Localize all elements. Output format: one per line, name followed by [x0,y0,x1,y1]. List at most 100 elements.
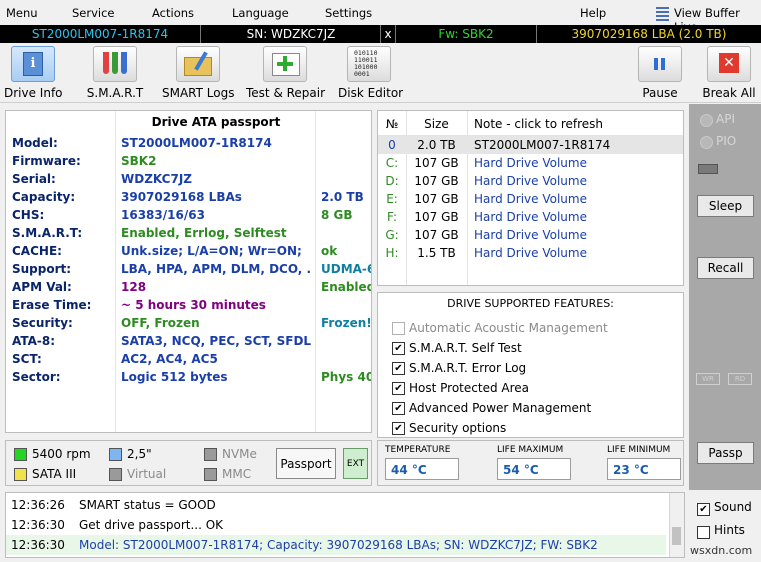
info-serial: SN: WDZKC7JZ [246,27,336,41]
close-drive-button[interactable]: x [381,25,395,43]
api-radio[interactable] [700,114,713,127]
passport-title: Drive ATA passport [151,115,281,129]
checkbox-checked[interactable]: ✔ [392,402,405,415]
activity-led [698,164,718,174]
sound-label: Sound [714,500,752,514]
checkbox-checked[interactable]: ✔ [392,422,405,435]
row-number: H: [385,246,399,260]
passport-row-security: Security: OFF, Frozen Frozen! [6,316,371,334]
rd-indicator: RD [728,373,752,385]
header-size[interactable]: Size [406,115,467,133]
hints-checkbox[interactable] [697,526,710,539]
volume-table: № Size Note - click to refresh 0 2.0 TB … [377,110,684,286]
toolbar: i Drive Info S.M.A.R.T SMART Logs Test &… [0,44,761,103]
row-extra: 8 GB [321,208,353,222]
disk-editor-button[interactable]: 010110 110011 101000 0001 Disk Editor [338,46,403,100]
feature-label: Security options [409,421,507,435]
table-row[interactable]: H: 1.5 TB Hard Drive Volume [378,244,683,262]
nvme-label: NVMe [222,447,257,461]
test-repair-button[interactable]: Test & Repair [246,46,325,100]
break-all-button[interactable]: ✕ Break All [702,46,756,100]
checkbox-checked[interactable]: ✔ [392,342,405,355]
menu-language[interactable]: Language [232,6,289,20]
table-row[interactable]: 0 2.0 TB ST2000LM007-1R8174 [378,136,683,154]
row-key: Security: [12,316,73,330]
table-row[interactable]: G: 107 GB Hard Drive Volume [378,226,683,244]
sleep-button[interactable]: Sleep [697,195,754,217]
stop-x-icon: ✕ [707,46,751,82]
row-key: Sector: [12,370,61,384]
menu-actions[interactable]: Actions [152,6,194,20]
log-panel[interactable]: 12:36:26 SMART status = GOOD 12:36:30 Ge… [5,492,685,558]
row-number: F: [386,210,397,224]
menu-settings[interactable]: Settings [325,6,372,20]
pause-button[interactable]: Pause [638,46,682,100]
ext-button[interactable]: EXT [343,448,368,479]
drive-features-panel: DRIVE SUPPORTED FEATURES: Automatic Acou… [377,292,684,438]
checkbox-unchecked[interactable] [392,322,405,335]
life-min-label: LIFE MINIMUM [607,445,671,455]
sata-indicator [14,468,27,481]
row-extra: ok [321,244,338,258]
row-note: ST2000LM007-1R8174 [474,138,611,152]
passport-row-sector: Sector: Logic 512 bytes Phys 4096 [6,370,371,388]
temperature-label: TEMPERATURE [385,445,451,455]
sound-checkbox[interactable]: ✔ [697,503,710,516]
passport-row-sct: SCT: AC2, AC4, AC5 [6,352,371,370]
life-min-value: 23 °C [607,458,681,480]
smart-logs-button[interactable]: SMART Logs [162,46,234,100]
menu-service[interactable]: Service [72,6,115,20]
log-scrollbar[interactable] [669,493,684,557]
table-row[interactable]: E: 107 GB Hard Drive Volume [378,190,683,208]
recall-button[interactable]: Recall [697,257,754,279]
checkbox-checked[interactable]: ✔ [392,362,405,375]
api-label: API [716,112,735,126]
header-number[interactable]: № [378,115,406,133]
passport-button[interactable]: Passport [276,448,336,479]
row-note: Hard Drive Volume [474,174,587,188]
info-model[interactable]: ST2000LM007-1R8174 [0,25,200,43]
folder-pencil-icon [176,46,220,82]
row-key: S.M.A.R.T: [12,226,83,240]
menu-menu[interactable]: Menu [6,6,38,20]
row-key: Support: [12,262,72,276]
hints-label: Hints [714,523,745,537]
smart-button[interactable]: S.M.A.R.T [84,46,146,100]
row-note: Hard Drive Volume [474,228,587,242]
feature-label: S.M.A.R.T. Self Test [409,341,522,355]
form-factor-label: 2,5" [127,447,152,461]
row-number: 0 [388,138,396,152]
row-size: 107 GB [414,156,459,170]
pio-radio[interactable] [700,136,713,149]
scrollbar-thumb[interactable] [672,527,681,545]
mmc-label: MMC [222,467,252,481]
row-value: Enabled, Errlog, Selftest [121,226,287,240]
table-row[interactable]: D: 107 GB Hard Drive Volume [378,172,683,190]
table-row[interactable]: C: 107 GB Hard Drive Volume [378,154,683,172]
row-note: Hard Drive Volume [474,192,587,206]
smart-label: S.M.A.R.T [86,86,144,100]
row-key: Capacity: [12,190,76,204]
rpm-label: 5400 rpm [32,447,91,461]
row-value: ~ 5 hours 30 minutes [121,298,266,312]
row-number: C: [385,156,399,170]
binary-code-icon: 010110 110011 101000 0001 [347,46,391,82]
side-control-panel: API PIO Sleep Recall WR RD Passp [689,104,761,490]
row-key: CHS: [12,208,45,222]
header-note[interactable]: Note - click to refresh [474,115,603,133]
form-factor-indicator [109,448,122,461]
row-value: ST2000LM007-1R8174 [121,136,272,150]
row-value: LBA, HPA, APM, DLM, DCO, ... [121,262,311,276]
menu-help[interactable]: Help [580,6,606,20]
log-time: 12:36:30 [11,518,65,532]
checkbox-checked[interactable]: ✔ [392,382,405,395]
passport-row-chs: CHS: 16383/16/63 8 GB [6,208,371,226]
passport-row-capacity: Capacity: 3907029168 LBAs 2.0 TB [6,190,371,208]
wr-indicator: WR [696,373,720,385]
log-time: 12:36:30 [11,538,65,552]
passp-button[interactable]: Passp [697,442,754,464]
drive-info-icon: i [11,46,55,82]
drive-info-button[interactable]: i Drive Info [4,46,63,100]
mmc-indicator [204,468,217,481]
table-row[interactable]: F: 107 GB Hard Drive Volume [378,208,683,226]
